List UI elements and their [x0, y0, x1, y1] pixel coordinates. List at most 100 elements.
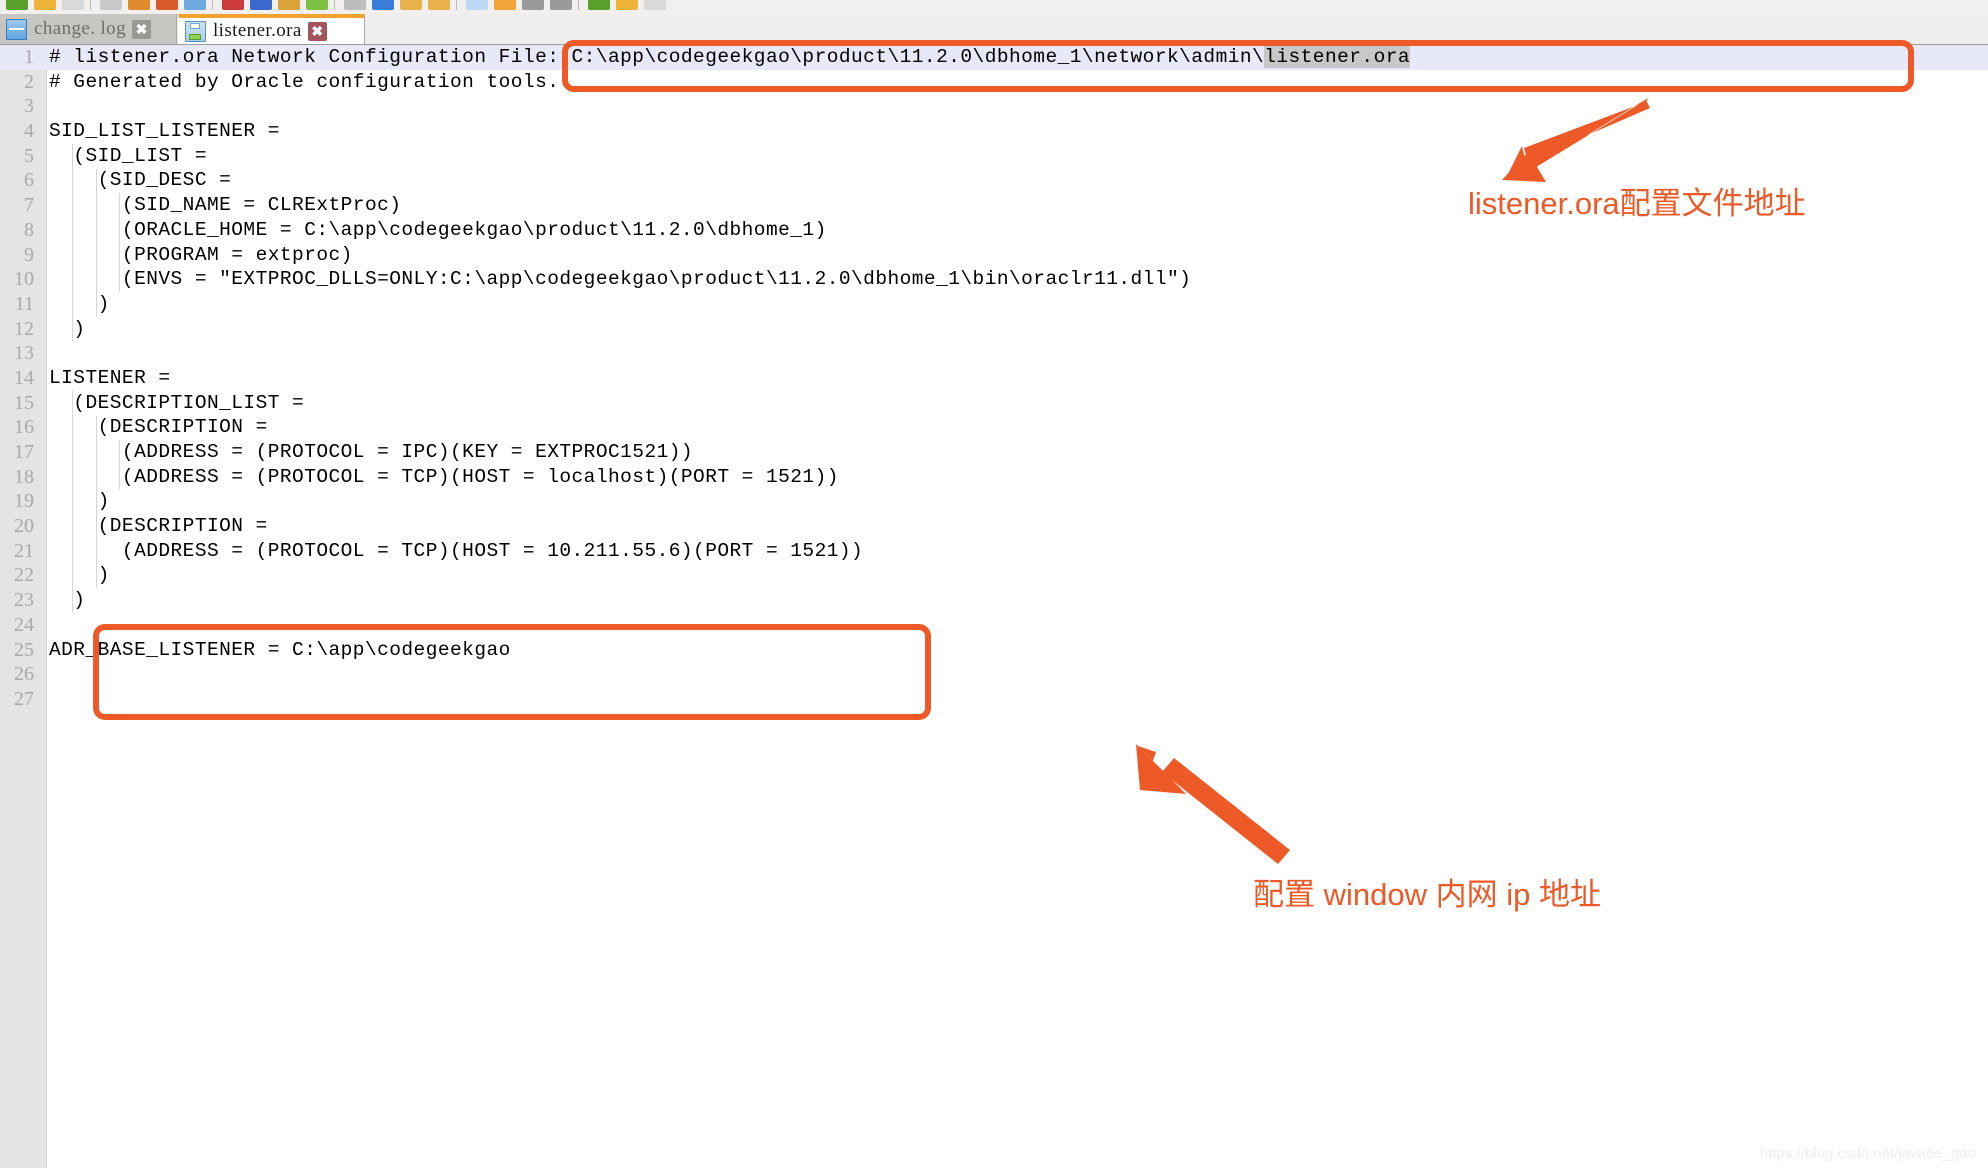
code-line[interactable]: 22 ) [0, 563, 1988, 588]
code-line-text: (ORACLE_HOME = C:\app\codegeekgao\produc… [49, 218, 827, 241]
indent-guide [72, 390, 74, 614]
line-number: 24 [14, 613, 34, 636]
code-line-text: (DESCRIPTION = [49, 515, 268, 538]
code-line[interactable]: 21 (ADDRESS = (PROTOCOL = TCP)(HOST = 10… [0, 539, 1988, 564]
indent-guide [119, 193, 121, 292]
zoom-in-icon[interactable] [428, 0, 450, 10]
code-line[interactable]: 26 [0, 662, 1988, 687]
play-macro-icon[interactable] [644, 0, 666, 10]
save-all-icon[interactable] [100, 0, 122, 10]
sync-scroll-icon[interactable] [494, 0, 516, 10]
code-line[interactable]: 4 SID_LIST_LISTENER = [0, 119, 1988, 144]
code-line[interactable]: 10 (ENVS = "EXTPROC_DLLS=ONLY:C:\app\cod… [0, 267, 1988, 292]
save-icon[interactable] [62, 0, 84, 10]
word-wrap-icon[interactable] [522, 0, 544, 10]
print-icon[interactable] [184, 0, 206, 10]
line-number: 19 [14, 490, 34, 513]
line-number: 4 [24, 120, 34, 143]
replace-icon[interactable] [400, 0, 422, 10]
line-number: 6 [24, 169, 34, 192]
floppy-save-icon [185, 20, 206, 42]
code-line-text: ADR_BASE_LISTENER = C:\app\codegeekgao [49, 638, 511, 661]
line-number: 16 [14, 416, 34, 439]
code-line-text: (ADDRESS = (PROTOCOL = IPC)(KEY = EXTPRO… [49, 441, 694, 463]
toolbar-separator [212, 0, 213, 10]
code-line[interactable]: 23 ) [0, 588, 1988, 613]
line-number: 15 [14, 391, 34, 414]
code-line[interactable]: 13 [0, 341, 1988, 366]
line-number: 20 [14, 515, 34, 538]
indent-guide [72, 143, 74, 342]
line-number: 27 [14, 687, 34, 710]
line-number: 22 [14, 564, 34, 587]
code-line[interactable]: 20 (DESCRIPTION = [0, 514, 1988, 539]
line-number: 17 [14, 441, 34, 463]
code-line-text: (SID_NAME = CLRExtProc) [49, 194, 402, 217]
tab-close-icon[interactable]: ✖ [131, 19, 151, 39]
indent-guide-icon[interactable] [588, 0, 610, 10]
show-symbol-icon[interactable] [550, 0, 572, 10]
code-line-text: ) [49, 564, 110, 587]
indent-guide [119, 440, 121, 490]
cut-icon[interactable] [222, 0, 244, 10]
close-file-icon[interactable] [128, 0, 150, 10]
code-line-text: ) [49, 589, 86, 612]
code-line[interactable]: 16 (DESCRIPTION = [0, 415, 1988, 440]
line-number: 26 [14, 663, 34, 686]
close-all-icon[interactable] [156, 0, 178, 10]
toolbar-separator [578, 0, 579, 10]
line-number: 9 [24, 243, 34, 266]
code-line-text: ) [49, 317, 86, 340]
code-line[interactable]: 19 ) [0, 489, 1988, 514]
code-line[interactable]: 15 (DESCRIPTION_LIST = [0, 391, 1988, 416]
code-line[interactable]: 12 ) [0, 317, 1988, 342]
find-icon[interactable] [372, 0, 394, 10]
line-number: 7 [24, 194, 34, 217]
line-number: 11 [14, 292, 34, 315]
code-line[interactable]: 27 [0, 687, 1988, 712]
tab-listener-ora[interactable]: listener.ora ✖ [178, 14, 365, 44]
code-line[interactable]: 2 # Generated by Oracle configuration too… [0, 70, 1988, 95]
copy-icon[interactable] [250, 0, 272, 10]
code-line[interactable]: 25 ADR_BASE_LISTENER = C:\app\codegeekgao [0, 638, 1988, 663]
line-number: 18 [14, 465, 34, 488]
line-number: 8 [24, 218, 34, 241]
blue-sheet-icon [6, 18, 27, 40]
code-line[interactable]: 5 (SID_LIST = [0, 144, 1988, 169]
code-line-text: (DESCRIPTION = [49, 416, 268, 439]
paste-icon[interactable] [278, 0, 300, 10]
line-number: 14 [14, 366, 34, 389]
line-number: 23 [14, 589, 34, 612]
new-file-icon[interactable] [6, 0, 28, 10]
code-line[interactable]: 18 (ADDRESS = (PROTOCOL = TCP)(HOST = lo… [0, 465, 1988, 490]
code-line[interactable]: 24 [0, 613, 1988, 638]
line-number: 3 [24, 95, 34, 118]
redo-icon[interactable] [344, 0, 366, 10]
zoom-out-icon[interactable] [466, 0, 488, 10]
open-folder-icon[interactable] [34, 0, 56, 10]
arrow-to-description-box [1136, 744, 1290, 864]
code-line[interactable]: 14 LISTENER = [0, 366, 1988, 391]
code-line-text: (ADDRESS = (PROTOCOL = TCP)(HOST = local… [49, 465, 839, 488]
code-line[interactable]: 17 (ADDRESS = (PROTOCOL = IPC)(KEY = EXT… [0, 440, 1988, 465]
toolbar-separator [456, 0, 457, 10]
tab-change-log[interactable]: change. log ✖ [0, 14, 177, 44]
code-line-text: (ADDRESS = (PROTOCOL = TCP)(HOST = 10.21… [49, 539, 864, 562]
code-line-text: SID_LIST_LISTENER = [49, 120, 280, 143]
undo-icon[interactable] [306, 0, 328, 10]
line-number: 10 [14, 268, 34, 291]
code-line-text: (PROGRAM = extproc) [49, 243, 353, 266]
tab-bar: change. log ✖ listener.ora ✖ [0, 14, 1988, 45]
line-number: 13 [14, 342, 34, 365]
toolbar[interactable] [0, 0, 1988, 15]
code-line[interactable]: 3 [0, 94, 1988, 119]
arrow-to-file-path [1502, 98, 1650, 182]
code-line[interactable]: 1 # listener.ora Network Configuration Fi… [0, 45, 1988, 70]
code-line[interactable]: 9 (PROGRAM = extproc) [0, 243, 1988, 268]
line-number: 2 [24, 70, 34, 93]
record-macro-icon[interactable] [616, 0, 638, 10]
toolbar-separator [334, 0, 335, 10]
tab-close-icon[interactable]: ✖ [307, 21, 327, 41]
code-line-text: ) [49, 292, 110, 315]
code-line[interactable]: 11 ) [0, 292, 1988, 317]
